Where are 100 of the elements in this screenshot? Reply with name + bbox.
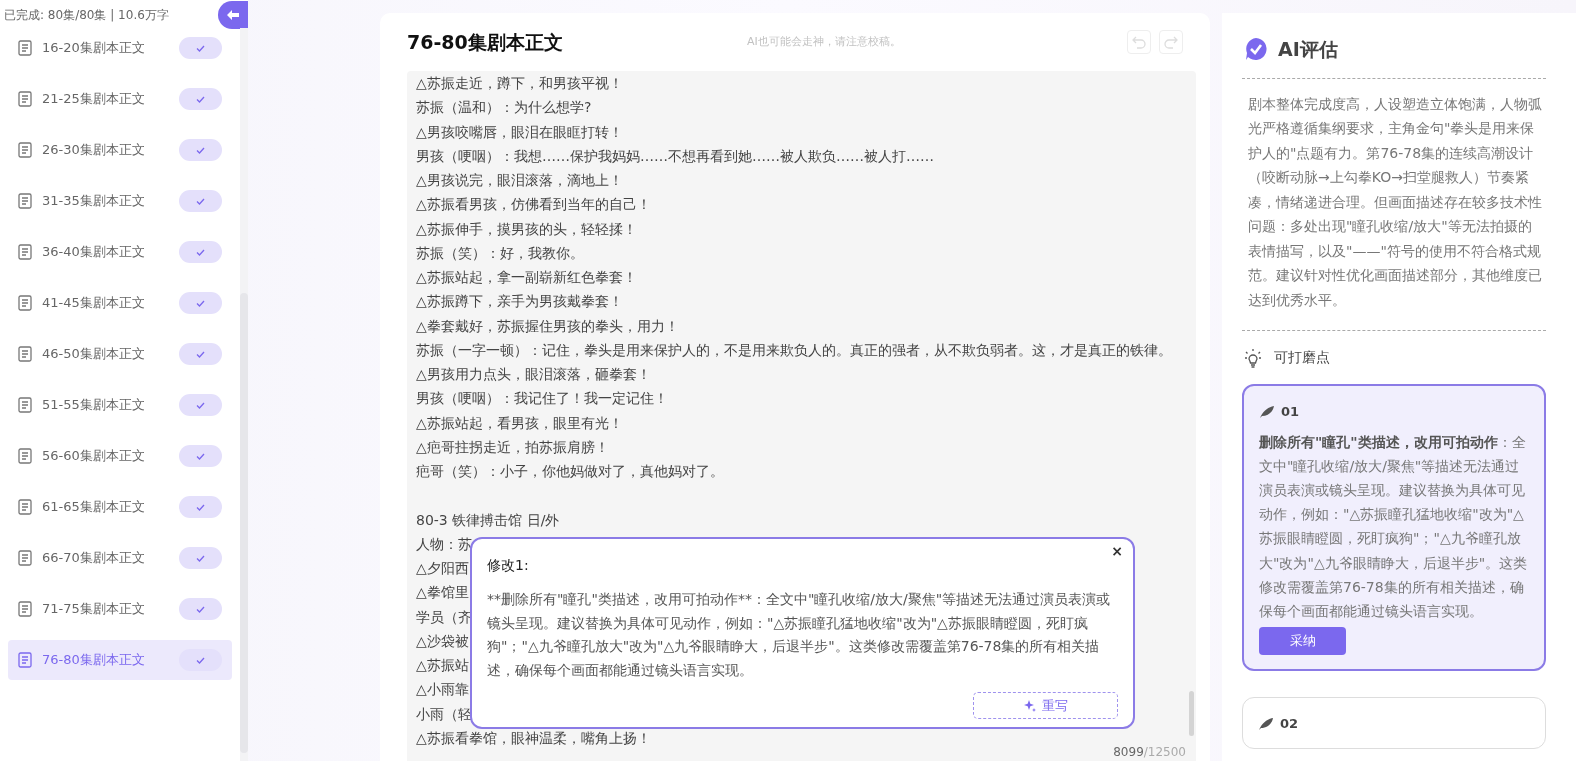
script-line: △拳馆里 [416, 583, 469, 603]
check-icon [196, 503, 205, 511]
check-icon [196, 95, 205, 103]
episode-label: 76-80集剧本正文 [42, 651, 145, 670]
sidebar-item[interactable]: 51-55集剧本正文 [8, 385, 232, 425]
suggestion-text: 删除所有"瞳孔"类描述，改用可拍动作：全文中"瞳孔收缩/放大/聚焦"等描述无法通过演员表演或镜头呈现。建议替换为具体可见动作，例如："△苏振瞳孔猛地收缩"改为"△苏振眼睛瞪圆，死盯疯狗"；"△九爷瞳孔放大"改为"△九爷眼睛睁大，后退半步"。这类修改需覆盖第76-78集的所有相关描述，确保每个画面都能通过镜头语言实现。 [1259, 432, 1529, 621]
suggestion-card[interactable]: 01 删除所有"瞳孔"类描述，改用可拍动作：全文中"瞳孔收缩/放大/聚焦"等描述无法通过演员表演或镜头呈现。建议替换为具体可见动作，例如："△苏振瞳孔猛地收缩"改为"△苏振眼睛瞪圆，死盯疯狗"；"△九爷瞳孔放大"改为"△九爷眼睛睁大，后退半步"。这类修改需覆盖第76-78集的所有相关描述，确保每个画面都能通过镜头语言实现。 采纳 [1242, 384, 1546, 672]
script-line: 疤哥（笑）：小子，你他妈做对了，真他妈对了。 [416, 462, 724, 481]
episode-label: 66-70集剧本正文 [42, 549, 145, 568]
check-icon [196, 197, 205, 205]
sidebar-item[interactable]: 36-40集剧本正文 [8, 232, 232, 272]
redo-icon [1164, 35, 1178, 49]
progress-summary: 已完成: 80集/80集 | 10.6万字 [3, 7, 169, 24]
popup-title: 修改1: [487, 556, 530, 575]
suggestion-number: 02 [1280, 715, 1299, 734]
script-line: △沙袋被 [416, 631, 469, 651]
accept-button[interactable]: 采纳 [1259, 627, 1346, 656]
arrow-left-icon [227, 10, 239, 20]
panel-title: AI评估 [1278, 37, 1338, 62]
sidebar-item[interactable]: 71-75集剧本正文 [8, 589, 232, 629]
check-icon [196, 350, 205, 358]
script-line: 人物：苏 [416, 534, 472, 554]
episode-label: 31-35集剧本正文 [42, 192, 145, 211]
check-icon [196, 44, 205, 52]
check-icon [196, 299, 205, 307]
scrollbar-thumb[interactable] [240, 293, 248, 753]
script-line: △男孩说完，眼泪滚落，滴地上！ [416, 171, 623, 190]
script-line: 男孩（哽咽）：我记住了！我一定记住！ [416, 389, 668, 409]
sidebar-item[interactable]: 56-60集剧本正文 [8, 436, 232, 476]
check-icon [196, 554, 205, 562]
script-line: △男孩咬嘴唇，眼泪在眼眶打转！ [416, 122, 623, 142]
sidebar-item[interactable]: 76-80集剧本正文 [8, 640, 232, 680]
sidebar-item[interactable]: 46-50集剧本正文 [8, 334, 232, 374]
document-icon [18, 244, 32, 260]
script-line: △苏振站 [416, 656, 469, 675]
script-line: 苏振（一字一顿）：记住，拳头是用来保护人的，不是用来欺负人的。真正的强者，从不欺负弱者。这，才是真正的铁律。 [416, 340, 1172, 360]
sidebar-item[interactable]: 16-20集剧本正文 [8, 28, 232, 68]
script-line: △苏振走近，蹲下，和男孩平视！ [416, 74, 623, 93]
check-icon [196, 248, 205, 256]
script-line: △小雨靠 [416, 680, 469, 700]
script-line: △夕阳西 [416, 559, 469, 578]
document-icon [18, 397, 32, 413]
script-line: △苏振伸手，摸男孩的头，轻轻揉！ [416, 219, 637, 239]
rewrite-button[interactable]: 重写 [973, 692, 1118, 719]
sidebar-item[interactable]: 66-70集剧本正文 [8, 538, 232, 578]
collapse-button[interactable] [218, 1, 248, 29]
script-line: 80-3 铁律搏击馆 日/外 [416, 510, 560, 530]
script-line: △苏振蹲下，亲手为男孩戴拳套！ [416, 292, 623, 312]
sidebar-item[interactable]: 26-30集剧本正文 [8, 130, 232, 170]
section-title: 可打磨点 [1274, 348, 1330, 367]
scrollbar-thumb[interactable] [1189, 691, 1194, 736]
script-line: △苏振站起，看男孩，眼里有光！ [416, 413, 623, 433]
check-badge-icon [1244, 37, 1268, 62]
episode-label: 26-30集剧本正文 [42, 141, 145, 160]
sidebar-item[interactable]: 41-45集剧本正文 [8, 283, 232, 323]
document-title: 76-80集剧本正文 [407, 29, 564, 55]
sidebar-item[interactable]: 21-25集剧本正文 [8, 79, 232, 119]
document-icon [18, 652, 32, 668]
popup-body: **删除所有"瞳孔"类描述，改用可拍动作**：全文中"瞳孔收缩/放大/聚焦"等描述无法通过演员表演或镜头呈现。建议替换为具体可见动作，例如："△苏振瞳孔猛地收缩"改为"△苏振眼睛瞪圆，死盯疯狗"；"△九爷瞳孔放大"改为"△九爷眼睛睁大，后退半步"。这类修改需覆盖第76-78集的所有相关描述，确保每个画面都能通过镜头语言实现。 [487, 590, 1112, 680]
episode-label: 16-20集剧本正文 [42, 39, 145, 58]
document-icon [18, 550, 32, 566]
check-icon [196, 656, 205, 664]
script-line: △苏振站起，拿一副崭新红色拳套！ [416, 268, 637, 287]
document-icon [18, 295, 32, 311]
document-icon [18, 193, 32, 209]
suggestion-card[interactable]: 02 [1242, 697, 1546, 749]
document-icon [18, 346, 32, 362]
episode-label: 46-50集剧本正文 [42, 345, 145, 364]
lightbulb-icon [1244, 347, 1262, 368]
suggestion-number: 01 [1281, 403, 1300, 421]
script-line: △苏振看拳馆，眼神温柔，嘴角上扬！ [416, 728, 651, 748]
script-line: △拳套戴好，苏振握住男孩的拳头，用力！ [416, 316, 679, 336]
sidebar-item[interactable]: 61-65集剧本正文 [8, 487, 232, 527]
evaluation-summary: 剧本整体完成度高，人设塑造立体饱满，人物弧光严格遵循集纲要求，主角金句"拳头是用来保护人的"点题有力。第76-78集的连续高潮设计（咬断动脉→上勾拳KO→扫堂腿救人）节奏紧凑，情绪递进合理。但画面描述存在较多技术性问题：多处出现"瞳孔收缩/放大"等无法拍摄的表情描写，以及"——"符号的使用不符合格式规范。建议针对性优化画面描述部分，其他维度已达到优秀水平。 [1247, 94, 1543, 310]
document-icon [18, 448, 32, 464]
close-button[interactable]: × [1111, 541, 1123, 562]
episode-label: 71-75集剧本正文 [42, 600, 145, 619]
check-icon [196, 401, 205, 409]
check-icon [196, 146, 205, 154]
leaf-icon [1258, 716, 1274, 731]
script-line: 苏振（温和）：为什么想学? [416, 98, 592, 118]
sidebar-item[interactable]: 31-35集剧本正文 [8, 181, 232, 221]
leaf-icon [1259, 404, 1275, 419]
episode-label: 36-40集剧本正文 [42, 243, 145, 262]
check-icon [196, 452, 205, 460]
document-icon [18, 40, 32, 56]
document-icon [18, 499, 32, 515]
script-line: 苏振（笑）：好，我教你。 [416, 243, 584, 263]
script-line: △男孩用力点头，眼泪滚落，砸拳套！ [416, 365, 651, 384]
episode-label: 56-60集剧本正文 [42, 447, 145, 466]
episode-label: 51-55集剧本正文 [42, 396, 145, 415]
document-icon [18, 142, 32, 158]
sparkle-icon [1023, 699, 1036, 712]
script-line: △苏振看男孩，仿佛看到当年的自己！ [416, 195, 651, 215]
undo-icon [1132, 35, 1146, 49]
episode-label: 61-65集剧本正文 [42, 498, 145, 517]
script-line: 学员（齐 [416, 607, 472, 627]
script-line: △疤哥拄拐走近，拍苏振肩膀！ [416, 437, 609, 457]
episode-label: 41-45集剧本正文 [42, 294, 145, 313]
document-icon [18, 601, 32, 617]
